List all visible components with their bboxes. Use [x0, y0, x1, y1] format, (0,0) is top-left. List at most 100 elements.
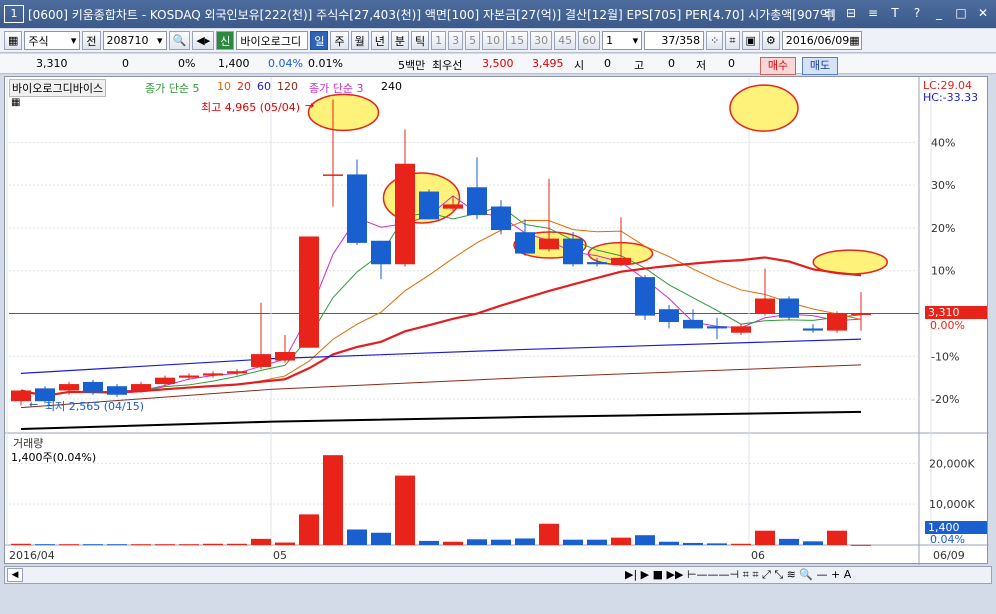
minus-icon[interactable]: — [817, 568, 828, 581]
legend-ma5: 120 [277, 80, 298, 93]
volume-bar [299, 514, 319, 545]
vol-tick-label: 10,000K [929, 498, 975, 511]
candle-body [539, 238, 559, 250]
zoom-slider[interactable]: ⊢———⊣ [687, 568, 739, 581]
chart-area[interactable]: 40% 30% 20% 10% -10% -20% 20,000K 10,000K 2016/0… [4, 76, 989, 565]
quote-unit: 5백만 [398, 59, 426, 72]
gear-icon[interactable]: ⚙ [761, 31, 780, 50]
legend-name[interactable]: 바이오로그디바이스 [9, 79, 107, 97]
highlight-ellipse [729, 84, 799, 132]
candle-body [395, 163, 415, 265]
period-day-tab[interactable]: 일 [310, 31, 329, 50]
quote-high: 0 [668, 57, 675, 70]
period-year-tab[interactable]: 년 [370, 31, 389, 50]
speaker-icon[interactable]: ◀▸ [192, 31, 215, 50]
candle-body [299, 236, 319, 348]
magnify-icon[interactable]: 🔍 [799, 568, 813, 581]
text-icon[interactable]: T [886, 4, 904, 22]
minute-1[interactable]: 1 [431, 31, 447, 50]
volume-bar [803, 541, 823, 545]
fast-forward-icon[interactable]: ▶▶ [667, 568, 684, 581]
quote-bar: 3,310 0 0% 1,400 0.04% 0.01% 5백만 최우선 3,5… [0, 54, 996, 75]
legend-ma1: 종가 단순 5 [145, 82, 200, 95]
close-icon[interactable]: ✕ [974, 4, 992, 22]
chevron-down-icon: ▾ [70, 34, 77, 47]
market-type-select[interactable]: 주식 ▾ [24, 31, 81, 50]
title-bar: 1 [0600] 키움종합차트 - KOSDAQ 외국인보유[222(천)] 주… [0, 0, 996, 28]
y-tick-label: -10% [931, 350, 959, 363]
minimize-icon[interactable]: _ [930, 4, 948, 22]
candle-body [107, 386, 127, 395]
layout-icon[interactable]: ≡ [864, 4, 882, 22]
help-icon[interactable]: ? [908, 4, 926, 22]
settings-icon[interactable]: ▦ [4, 31, 23, 50]
y-tick-label: 10% [931, 265, 955, 278]
prev-button[interactable]: 전 [82, 31, 101, 50]
candle-body [851, 313, 871, 315]
volume-bar [251, 538, 271, 545]
sell-button[interactable]: 매도 [802, 57, 838, 75]
candle-body [731, 326, 751, 333]
legend-ma2: 10 [217, 80, 231, 93]
quote-ask: 3,495 [532, 57, 564, 70]
stop-icon[interactable]: ■ [653, 568, 663, 581]
drawing-tools-icon[interactable]: ⌗ ⌗ ⤢ ⤡ ≋ [743, 568, 796, 581]
candle-body [179, 375, 199, 378]
minute-60[interactable]: 60 [578, 31, 601, 50]
minute-3[interactable]: 3 [448, 31, 464, 50]
candle-body [11, 390, 31, 402]
buy-button[interactable]: 매수 [760, 57, 796, 75]
quote-open: 0 [604, 57, 611, 70]
crosshair-icon[interactable]: ⌗ [725, 31, 740, 50]
y-tick-label: -20% [931, 393, 959, 406]
minute-15[interactable]: 15 [506, 31, 529, 50]
minute-10[interactable]: 10 [482, 31, 505, 50]
minute-5[interactable]: 5 [465, 31, 481, 50]
volume-value: 1,400주(0.04%) [11, 451, 97, 464]
grid-icon[interactable]: ⁘ [706, 31, 724, 50]
minute-45[interactable]: 45 [554, 31, 577, 50]
pin-icon[interactable]: ⊟ [842, 4, 860, 22]
save-icon[interactable]: ▣ [741, 31, 760, 50]
sin-badge[interactable]: 신 [216, 31, 235, 50]
volume-bar [611, 537, 631, 545]
legend-ma7: 240 [381, 80, 402, 93]
period-month-tab[interactable]: 월 [350, 31, 369, 50]
period-tick-tab[interactable]: 틱 [410, 31, 430, 50]
volume-bar [683, 542, 703, 545]
candle-body [371, 240, 391, 265]
maximize-icon[interactable]: □ [952, 4, 970, 22]
scroll-left-icon[interactable]: ◀ [7, 568, 23, 582]
date-input[interactable]: 2016/06/09 ▦ [781, 31, 862, 50]
period-week-tab[interactable]: 주 [330, 31, 349, 50]
x-tick-label: 06/09 [933, 549, 965, 562]
x-tick-label: 2016/04 [9, 549, 55, 562]
market-type-value: 주식 [28, 34, 49, 48]
candle-body [227, 371, 247, 374]
calendar-icon[interactable]: ▦ [849, 34, 859, 47]
search-icon[interactable]: 🔍 [168, 31, 191, 50]
table-icon[interactable]: ▦ [11, 97, 20, 108]
volume-bar [107, 544, 127, 546]
candle-body [635, 277, 655, 316]
code-value: 208710 [106, 34, 149, 47]
vol-current-pct: 0.04% [930, 533, 965, 546]
candle-body [347, 174, 367, 243]
step-forward-icon[interactable]: ▶| [625, 568, 637, 581]
period-minute-tab[interactable]: 분 [390, 31, 409, 50]
code-input[interactable]: 208710 ▾ [102, 31, 167, 50]
count-select[interactable]: 1 ▾ [602, 31, 643, 50]
page-current: 37 [661, 34, 676, 47]
candle-body [491, 206, 511, 231]
chart-scrollbar[interactable]: ◀ ▶| ▶ ■ ▶▶ ⊢———⊣ ⌗ ⌗ ⤢ ⤡ ≋ 🔍 — + A [4, 566, 992, 584]
restore-icon[interactable]: ⧉ [820, 4, 838, 22]
quote-low: 0 [728, 57, 735, 70]
plus-icon[interactable]: + [831, 568, 840, 581]
candle-body [203, 373, 223, 376]
volume-bar [659, 541, 679, 545]
candle-body [467, 187, 487, 216]
font-size-icon[interactable]: A [844, 568, 852, 581]
minute-30[interactable]: 30 [530, 31, 553, 50]
play-icon[interactable]: ▶ [641, 568, 649, 581]
legend-ma4: 60 [257, 80, 271, 93]
